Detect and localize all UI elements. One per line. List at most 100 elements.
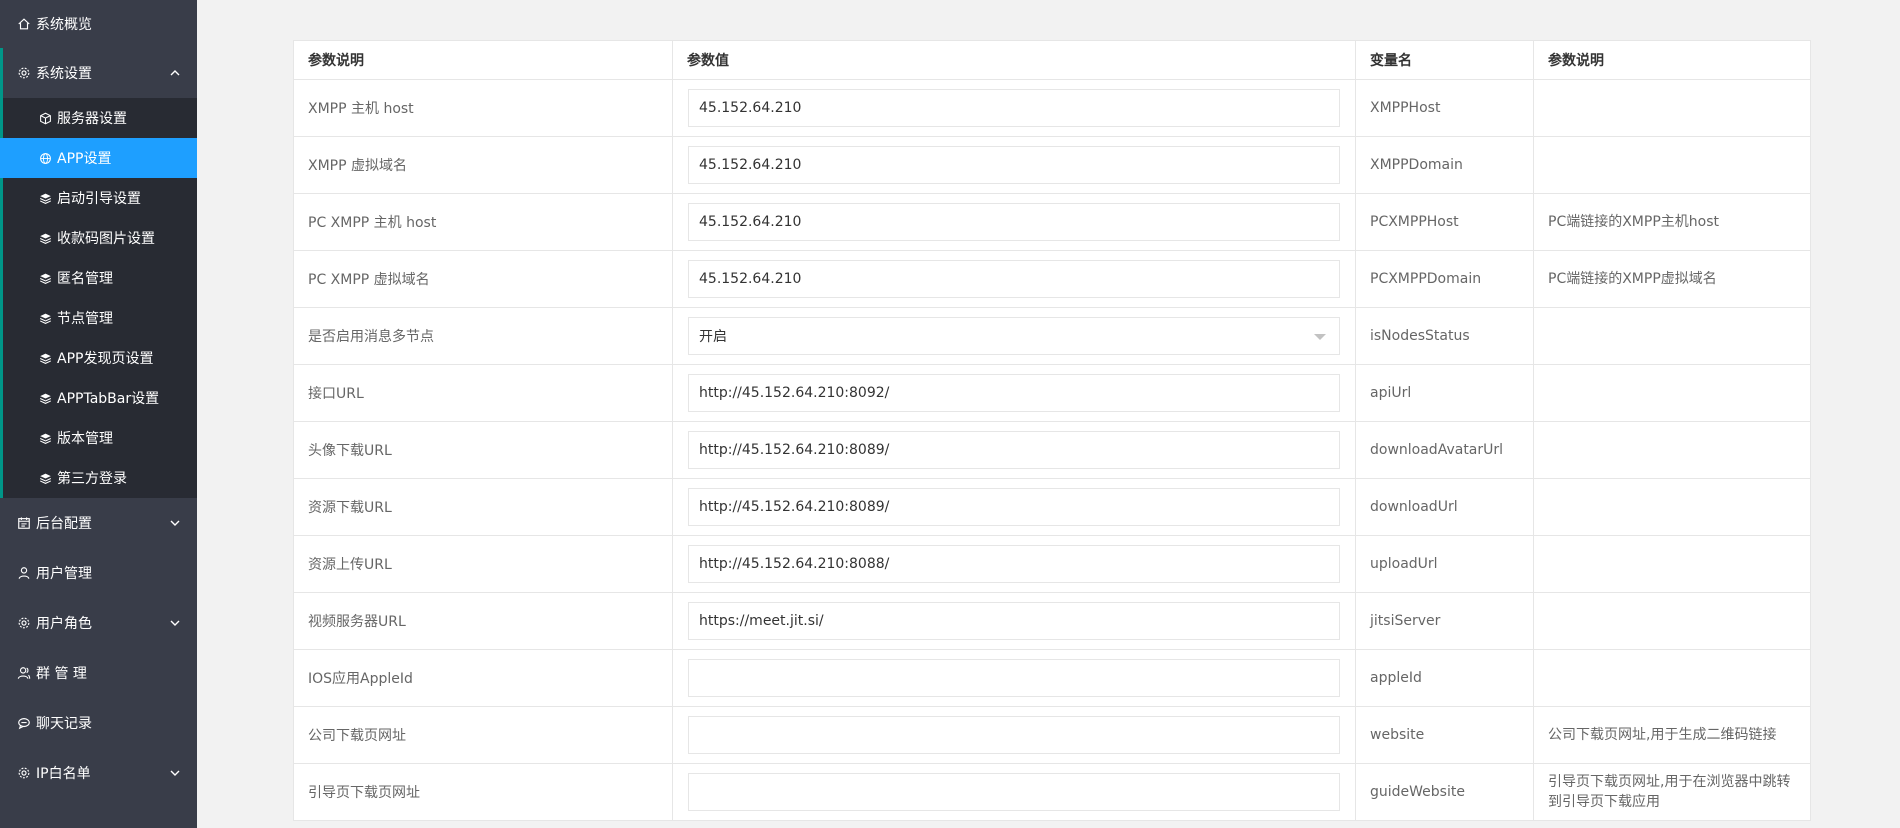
sub-item-label: APP发现页设置	[57, 351, 154, 367]
nav-label: 用户角色	[36, 616, 92, 632]
sub-item-label: 启动引导设置	[57, 191, 141, 207]
nav-item-ip-whitelist[interactable]: IP白名单	[0, 748, 197, 798]
param-var: website	[1355, 706, 1534, 764]
param-desc: 引导页下载页网址,用于在浏览器中跳转到引导页下载应用	[1533, 763, 1811, 821]
param-var: XMPPHost	[1355, 79, 1534, 137]
pc-xmpp-host-input[interactable]	[688, 203, 1340, 241]
param-var: uploadUrl	[1355, 535, 1534, 593]
param-desc	[1533, 79, 1811, 137]
param-var: jitsiServer	[1355, 592, 1534, 650]
param-desc: 公司下载页网址,用于生成二维码链接	[1533, 706, 1811, 764]
nav-item-backend-config[interactable]: 后台配置	[0, 498, 197, 548]
sub-item-version-mgmt[interactable]: 版本管理	[3, 418, 197, 458]
param-desc	[1533, 592, 1811, 650]
sub-item-payment-qr-settings[interactable]: 收款码图片设置	[3, 218, 197, 258]
param-label: 引导页下载页网址	[293, 763, 673, 821]
jitsi-server-input[interactable]	[688, 602, 1340, 640]
sub-item-server-settings[interactable]: 服务器设置	[3, 98, 197, 138]
xmpp-host-input[interactable]	[688, 89, 1340, 127]
download-avatar-url-input[interactable]	[688, 431, 1340, 469]
table-header-row: 参数说明 参数值 变量名 参数说明	[293, 40, 1811, 80]
layers-icon	[37, 430, 53, 446]
sub-item-splash-settings[interactable]: 启动引导设置	[3, 178, 197, 218]
sidebar: 系统概览 系统设置 服务器设置 APP设置 启动引导设置 收款码图片设置 匿名管…	[0, 0, 197, 828]
nav-label: 群 管 理	[36, 666, 87, 682]
pc-xmpp-domain-input[interactable]	[688, 260, 1340, 298]
param-desc: PC端链接的XMPP虚拟域名	[1533, 250, 1811, 308]
gear-icon	[16, 65, 32, 81]
table-row: 视频服务器URL jitsiServer	[293, 592, 1811, 650]
param-var: appleId	[1355, 649, 1534, 707]
sub-item-third-party-login[interactable]: 第三方登录	[3, 458, 197, 498]
home-icon	[16, 16, 32, 32]
xmpp-domain-input[interactable]	[688, 146, 1340, 184]
upload-url-input[interactable]	[688, 545, 1340, 583]
table-row: 资源下载URL downloadUrl	[293, 478, 1811, 536]
sub-item-label: 收款码图片设置	[57, 231, 155, 247]
gear-icon	[16, 765, 32, 781]
chevron-down-icon	[170, 620, 180, 626]
param-var: downloadAvatarUrl	[1355, 421, 1534, 479]
sub-item-node-mgmt[interactable]: 节点管理	[3, 298, 197, 338]
sub-item-app-discover-settings[interactable]: APP发现页设置	[3, 338, 197, 378]
website-input[interactable]	[688, 716, 1340, 754]
param-label: XMPP 虚拟域名	[293, 136, 673, 194]
nav-label: 用户管理	[36, 566, 92, 582]
table-row: PC XMPP 主机 host PCXMPPHost PC端链接的XMPP主机h…	[293, 193, 1811, 251]
nav-label: 系统概览	[36, 17, 92, 33]
param-label: 接口URL	[293, 364, 673, 422]
sub-item-label: 服务器设置	[57, 111, 127, 127]
param-label: 头像下载URL	[293, 421, 673, 479]
apple-id-input[interactable]	[688, 659, 1340, 697]
sub-item-app-settings[interactable]: APP设置	[0, 138, 197, 178]
nav-label: 聊天记录	[36, 716, 92, 732]
table-row: IOS应用AppleId appleId	[293, 649, 1811, 707]
globe-icon	[37, 150, 53, 166]
api-url-input[interactable]	[688, 374, 1340, 412]
param-desc	[1533, 649, 1811, 707]
param-var: PCXMPPDomain	[1355, 250, 1534, 308]
sub-item-app-tabbar-settings[interactable]: APPTabBar设置	[3, 378, 197, 418]
param-desc	[1533, 364, 1811, 422]
col-header-value: 参数值	[672, 40, 1356, 80]
nav-label: 后台配置	[36, 516, 92, 532]
nav-label: IP白名单	[36, 766, 91, 782]
sub-item-label: APPTabBar设置	[57, 391, 160, 407]
download-url-input[interactable]	[688, 488, 1340, 526]
layers-icon	[37, 350, 53, 366]
nav-item-user-roles[interactable]: 用户角色	[0, 598, 197, 648]
param-var: isNodesStatus	[1355, 307, 1534, 365]
table-row: XMPP 虚拟域名 XMPPDomain	[293, 136, 1811, 194]
layers-icon	[37, 470, 53, 486]
nav-item-group-mgmt[interactable]: 群 管 理	[0, 648, 197, 698]
layers-icon	[37, 230, 53, 246]
param-var: apiUrl	[1355, 364, 1534, 422]
cube-icon	[37, 110, 53, 126]
nav-item-system-settings[interactable]: 系统设置	[0, 48, 197, 98]
layers-icon	[37, 190, 53, 206]
table-row: 头像下载URL downloadAvatarUrl	[293, 421, 1811, 479]
layers-icon	[37, 390, 53, 406]
settings-panel: 参数说明 参数值 变量名 参数说明 XMPP 主机 host XMPPHost …	[293, 40, 1811, 821]
nav-item-chat-log[interactable]: 聊天记录	[0, 698, 197, 748]
table-row: 引导页下载页网址 guideWebsite 引导页下载页网址,用于在浏览器中跳转…	[293, 763, 1811, 821]
col-header-var: 变量名	[1355, 40, 1534, 80]
nav-item-overview[interactable]: 系统概览	[0, 0, 197, 48]
guide-website-input[interactable]	[688, 773, 1340, 811]
nodes-status-select[interactable]: 开启	[688, 317, 1340, 355]
param-var: guideWebsite	[1355, 763, 1534, 821]
layers-icon	[37, 270, 53, 286]
table-row: 接口URL apiUrl	[293, 364, 1811, 422]
gear-icon	[16, 615, 32, 631]
nav-item-user-mgmt[interactable]: 用户管理	[0, 548, 197, 598]
sub-item-label: 版本管理	[57, 431, 113, 447]
calendar-icon	[16, 515, 32, 531]
sub-item-anonymous-mgmt[interactable]: 匿名管理	[3, 258, 197, 298]
param-desc	[1533, 478, 1811, 536]
table-row: 资源上传URL uploadUrl	[293, 535, 1811, 593]
col-header-desc: 参数说明	[1533, 40, 1811, 80]
settings-table: 参数说明 参数值 变量名 参数说明 XMPP 主机 host XMPPHost …	[293, 40, 1811, 821]
param-label: PC XMPP 虚拟域名	[293, 250, 673, 308]
param-var: XMPPDomain	[1355, 136, 1534, 194]
select-value: 开启	[688, 317, 1340, 355]
